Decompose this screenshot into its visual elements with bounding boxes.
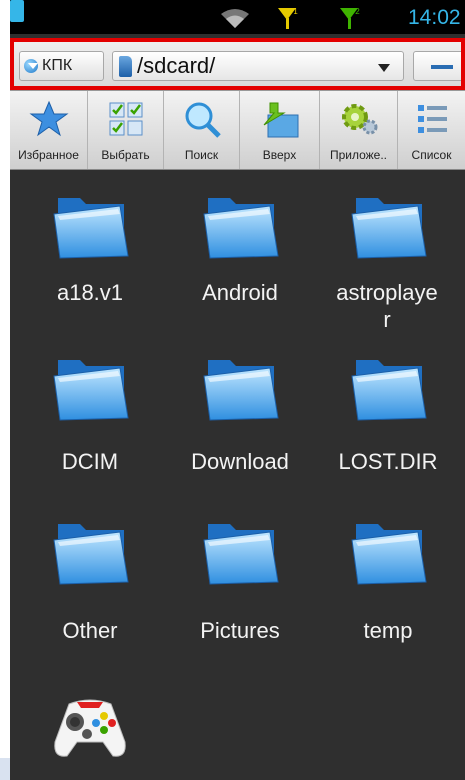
file-name: Download	[191, 449, 289, 474]
edge-strip	[0, 758, 10, 780]
select-grid-icon	[109, 102, 142, 136]
status-bar: 1 2 14:02	[10, 0, 465, 34]
kpk-label: КПК	[42, 57, 73, 74]
dropdown-dot-icon	[24, 59, 38, 73]
star-icon	[28, 100, 69, 137]
file-name: astroplaye r	[336, 280, 438, 332]
signal-sim1-icon: 1	[278, 7, 298, 29]
folder-item[interactable]: Other	[15, 514, 165, 664]
folder-item[interactable]: Android	[165, 170, 315, 320]
app-item[interactable]	[15, 690, 165, 780]
path-text: /sdcard/	[137, 53, 216, 78]
sdcard-icon	[119, 56, 132, 77]
toolbar-label: Список	[411, 148, 452, 162]
toolbar-item-favorites[interactable]: Избранное	[10, 91, 88, 169]
toolbar-label: Вверх	[262, 148, 297, 162]
toolbar-label: Поиск	[184, 148, 219, 162]
file-name: LOST.DIR	[338, 449, 438, 474]
folder-icon	[203, 198, 279, 259]
wifi-icon	[221, 9, 249, 28]
signal-sim2-icon: 2	[340, 7, 360, 29]
file-name: DCIM	[61, 449, 119, 474]
file-name: Pictures	[200, 618, 280, 643]
toolbar-item-list[interactable]: Список	[398, 91, 465, 169]
file-name: a18.v1	[56, 280, 124, 305]
list-icon	[417, 105, 447, 133]
toolbar-label: Выбрать	[101, 148, 150, 162]
folder-icon	[203, 524, 279, 585]
path-select[interactable]: /sdcard/	[112, 51, 404, 81]
minus-icon	[431, 65, 453, 69]
kpk-button[interactable]: КПК	[19, 51, 104, 81]
battery-icon	[10, 0, 24, 22]
toolbar-item-apps[interactable]: Приложе..	[320, 91, 398, 169]
gear-icon	[341, 104, 377, 135]
folder-item[interactable]: Pictures	[165, 514, 315, 664]
collapse-button[interactable]	[413, 51, 465, 81]
folder-icon	[53, 360, 129, 421]
gamepad-icon	[54, 699, 126, 757]
folder-item[interactable]: LOST.DIR	[313, 342, 463, 492]
path-bar: КПК /sdcard/	[10, 38, 465, 90]
folder-icon	[53, 198, 129, 259]
toolbar-item-select[interactable]: Выбрать	[88, 91, 164, 169]
folder-item[interactable]: a18.v1	[15, 170, 165, 320]
toolbar: Избранное Выбрать Поиск Вверх Приложе.. …	[10, 90, 465, 170]
search-icon	[185, 102, 221, 138]
toolbar-item-search[interactable]: Поиск	[164, 91, 240, 169]
folder-icon	[351, 524, 427, 585]
svg-text:1: 1	[293, 7, 298, 16]
folder-up-icon	[263, 102, 298, 138]
folder-item[interactable]: Download	[165, 342, 315, 492]
chevron-down-icon	[378, 64, 390, 72]
folder-item[interactable]: DCIM	[15, 342, 165, 492]
toolbar-item-up[interactable]: Вверх	[240, 91, 320, 169]
folder-icon	[351, 198, 427, 259]
folder-icon	[53, 524, 129, 585]
file-name: Android	[202, 280, 278, 305]
folder-item[interactable]: astroplaye r	[313, 170, 463, 332]
clock: 14:02	[408, 6, 461, 29]
folder-icon	[351, 360, 427, 421]
folder-icon	[203, 360, 279, 421]
file-name: temp	[363, 618, 413, 643]
toolbar-label: Избранное	[18, 148, 79, 162]
svg-text:2: 2	[355, 7, 360, 16]
phone-screen: 1 2 14:02 КПК /sdcard/ Избранное Выбрать…	[10, 0, 465, 780]
file-name: Other	[62, 618, 118, 643]
toolbar-label: Приложе..	[329, 148, 388, 162]
folder-item[interactable]: temp	[313, 514, 463, 664]
